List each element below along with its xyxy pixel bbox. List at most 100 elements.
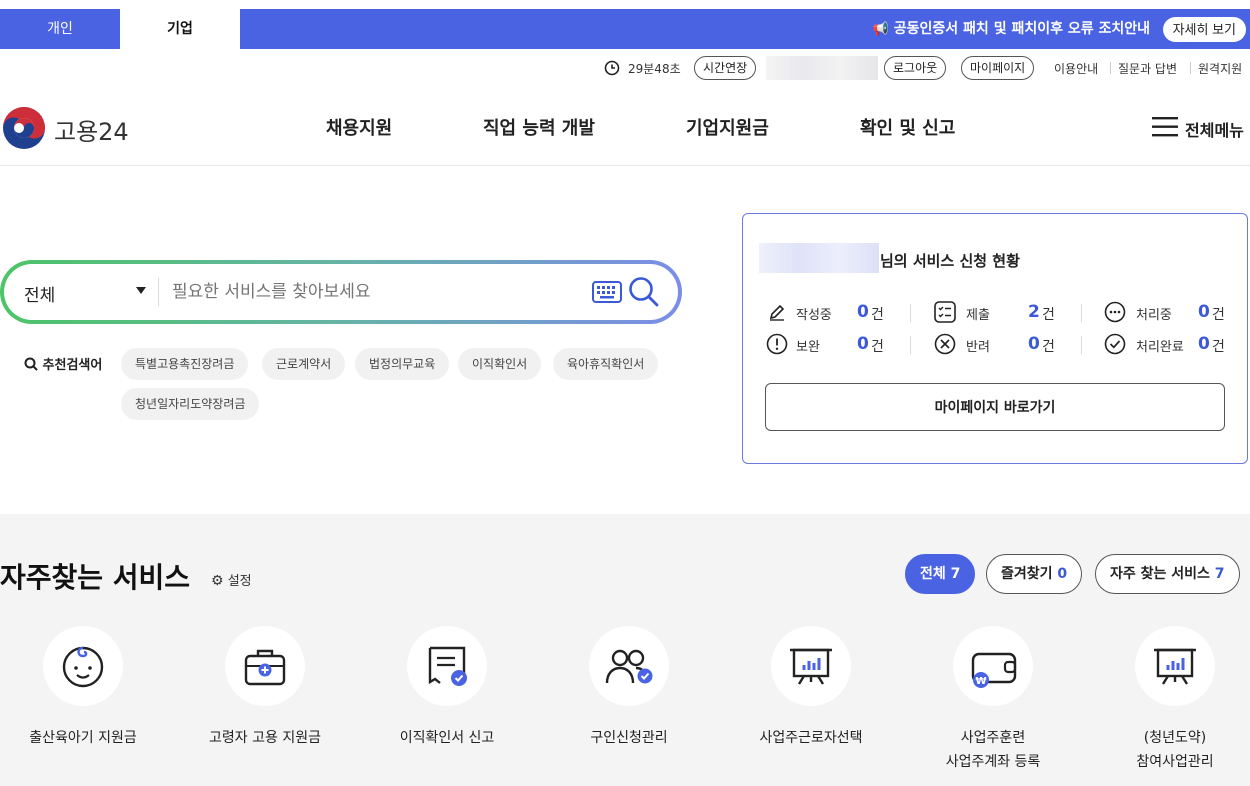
status-label: 작성중 — [796, 308, 832, 323]
keyword-chip[interactable]: 근로계약서 — [262, 348, 346, 380]
logo[interactable]: 고용24 — [2, 106, 142, 150]
tab-personal[interactable]: 개인 — [0, 9, 120, 49]
status-label: 제출 — [966, 308, 990, 323]
service-label-text: 사업주근로자선택 — [759, 730, 863, 746]
ellipsis-icon — [1104, 301, 1126, 323]
service-label-text: 이직확인서 신고 — [399, 730, 495, 746]
mypage-shortcut-button[interactable]: 마이페이지 바로가기 — [765, 383, 1225, 431]
search-icon[interactable] — [628, 276, 660, 308]
megaphone-icon: 📢 — [872, 22, 889, 37]
service-label[interactable]: 이직확인서 신고 — [357, 726, 537, 750]
filter-favorites[interactable]: 즐겨찾기 0 — [986, 554, 1083, 594]
top-bar: 개인 기업 📢 공동인증서 패치 및 패치이후 오류 조치안내 자세히 보기 — [0, 9, 1250, 49]
link-guide[interactable]: 이용안내 — [1054, 60, 1098, 77]
service-item[interactable] — [1135, 626, 1215, 706]
filter-all[interactable]: 전체 7 — [905, 554, 976, 594]
people-check-icon — [605, 649, 653, 684]
logo-emblem-icon — [3, 107, 45, 149]
keyword-chip[interactable]: 청년일자리도약장려금 — [121, 388, 260, 420]
frequent-services-section: 자주찾는 서비스 ⚙ 설정 전체 7 즐겨찾기 0 자주 찾는 서비스 7 출산… — [0, 514, 1250, 786]
service-item[interactable] — [225, 626, 305, 706]
status-unit: 건 — [1212, 307, 1225, 323]
status-unit: 건 — [1042, 307, 1055, 323]
document-check-icon — [428, 646, 467, 686]
status-unit: 건 — [1042, 339, 1055, 355]
notice-banner[interactable]: 📢 공동인증서 패치 및 패치이후 오류 조치안내 — [873, 9, 1150, 49]
service-label[interactable]: 사업주근로자선택 — [721, 726, 901, 750]
divider — [1081, 304, 1082, 322]
mypage-button[interactable]: 마이페이지 — [961, 56, 1035, 80]
presentation-chart-icon — [1154, 648, 1196, 685]
briefcase-icon — [244, 649, 286, 686]
service-item[interactable] — [771, 626, 851, 706]
recommend-label-text: 추천검색어 — [42, 358, 103, 373]
status-count[interactable]: 0 — [857, 334, 869, 354]
filter-label: 자주 찾는 서비스 — [1110, 566, 1210, 582]
gear-icon: ⚙ — [211, 573, 224, 589]
divider — [1110, 62, 1111, 74]
keyword-chip[interactable]: 육아휴직확인서 — [553, 348, 659, 380]
session-timer: 29분48초 — [628, 62, 681, 76]
nav-confirm-report[interactable]: 확인 및 신고 — [860, 114, 955, 140]
status-count[interactable]: 0 — [857, 302, 869, 322]
main-header: 고용24 채용지원 직업 능력 개발 기업지원금 확인 및 신고 전체메뉴 — [0, 90, 1250, 166]
nav-business-subsidy[interactable]: 기업지원금 — [686, 114, 769, 140]
service-label-text: 사업주계좌 등록 — [945, 754, 1041, 770]
keyword-chip[interactable]: 법정의무교육 — [355, 348, 450, 380]
link-remote-support[interactable]: 원격지원 — [1198, 60, 1242, 77]
service-label[interactable]: 구인신청관리 — [539, 726, 719, 750]
status-unit: 건 — [871, 307, 884, 323]
divider — [910, 336, 911, 354]
service-item[interactable]: ₩ — [953, 626, 1033, 706]
all-menu-button[interactable]: 전체메뉴 — [1152, 114, 1250, 140]
caret-down-icon — [136, 287, 146, 294]
search-bar: 전체 — [0, 260, 682, 324]
status-count[interactable]: 0 — [1028, 334, 1040, 354]
baby-icon — [62, 646, 104, 688]
divider — [1081, 336, 1082, 354]
card-title: 님의 서비스 신청 현황 — [880, 252, 1020, 270]
filter-frequent[interactable]: 자주 찾는 서비스 7 — [1095, 554, 1240, 594]
search-input[interactable] — [172, 276, 572, 308]
exclamation-icon — [766, 333, 788, 355]
filter-count: 7 — [1214, 566, 1225, 582]
service-item[interactable] — [43, 626, 123, 706]
nav-vocational-training[interactable]: 직업 능력 개발 — [483, 114, 595, 140]
section-title: 자주찾는 서비스 — [0, 561, 191, 594]
service-label-text: 고령자 고용 지원금 — [209, 730, 321, 746]
extend-time-button[interactable]: 시간연장 — [694, 56, 757, 80]
search-category-select[interactable]: 전체 — [4, 264, 158, 320]
service-label[interactable]: 고령자 고용 지원금 — [175, 726, 355, 750]
magnifier-icon — [24, 357, 38, 371]
link-qna[interactable]: 질문과 답변 — [1118, 60, 1177, 77]
service-label-text: 참여사업관리 — [1136, 754, 1214, 770]
logout-button[interactable]: 로그아웃 — [884, 56, 947, 80]
status-count[interactable]: 0 — [1198, 334, 1210, 354]
status-count[interactable]: 0 — [1198, 302, 1210, 322]
keyword-chip[interactable]: 이직확인서 — [458, 348, 542, 380]
status-unit: 건 — [1212, 339, 1225, 355]
status-count[interactable]: 2 — [1028, 302, 1040, 322]
recommend-label: 추천검색어 — [24, 354, 102, 373]
nav-recruit-support[interactable]: 채용지원 — [326, 114, 392, 140]
divider — [1190, 62, 1191, 74]
service-label[interactable]: (청년도약) 참여사업관리 — [1085, 726, 1250, 774]
settings-label: 설정 — [227, 574, 252, 589]
utility-bar: 29분48초 시간연장 로그아웃 마이페이지 이용안내 질문과 답변 원격지원 — [0, 56, 1250, 82]
settings-button[interactable]: ⚙ 설정 — [211, 570, 252, 589]
notice-detail-button[interactable]: 자세히 보기 — [1162, 17, 1246, 42]
x-circle-icon — [934, 333, 956, 355]
service-status-card: 님의 서비스 신청 현황 작성중 0 건 제출 2 건 처리중 0 건 보완 0… — [742, 213, 1248, 464]
service-label[interactable]: 사업주훈련 사업주계좌 등록 — [903, 726, 1083, 774]
keyboard-icon[interactable] — [592, 281, 622, 303]
tab-business[interactable]: 기업 — [120, 9, 240, 49]
service-item[interactable] — [589, 626, 669, 706]
service-item[interactable] — [407, 626, 487, 706]
divider — [910, 304, 911, 322]
keyword-chip[interactable]: 특별고용촉진장려금 — [121, 348, 249, 380]
status-unit: 건 — [871, 339, 884, 355]
service-label[interactable]: 출산육아기 지원금 — [0, 726, 173, 750]
service-label-text: 출산육아기 지원금 — [29, 730, 137, 746]
masked-username — [759, 243, 879, 273]
status-label: 처리완료 — [1136, 340, 1184, 355]
